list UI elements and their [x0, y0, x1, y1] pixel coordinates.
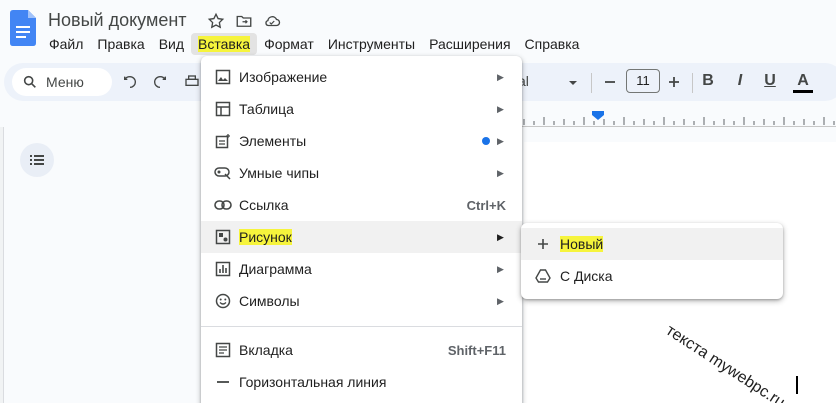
chevron-right-icon: ▶ [497, 231, 504, 242]
menu-item-horizontal-line[interactable]: Горизонтальная линия [201, 366, 522, 398]
bold-button[interactable]: B [698, 72, 718, 90]
plus-icon [535, 236, 551, 252]
decrease-font-size-icon[interactable] [600, 72, 620, 92]
chevron-right-icon: ▶ [497, 167, 504, 178]
menu-file[interactable]: Файл [42, 33, 90, 55]
menu-insert-label: Вставка [198, 36, 251, 52]
smart-chip-icon [214, 164, 232, 182]
menu-view[interactable]: Вид [152, 33, 191, 55]
tab-icon [214, 341, 232, 359]
text-color-button[interactable]: A [793, 72, 813, 93]
italic-button[interactable]: I [730, 72, 750, 90]
menu-item-tab[interactable]: Вкладка Shift+F11 [201, 334, 522, 366]
menu-item-image[interactable]: Изображение ▶ [201, 61, 522, 93]
menu-item-drawing[interactable]: Рисунок ▶ [201, 221, 522, 253]
menu-divider [201, 326, 522, 327]
menu-item-smart-chips[interactable]: Умные чипы ▶ [201, 157, 522, 189]
menu-item-building-blocks[interactable]: Элементы ▶ [201, 125, 522, 157]
submenu-item-new[interactable]: Новый [521, 228, 783, 260]
emoji-icon [214, 292, 232, 310]
toolbar-divider [692, 73, 693, 93]
menu-tools[interactable]: Инструменты [321, 33, 422, 55]
menu-item-label: Горизонтальная линия [239, 374, 387, 390]
menu-extensions[interactable]: Расширения [422, 33, 517, 55]
drawing-submenu: Новый С Диска [521, 223, 783, 299]
horizontal-line-icon [214, 373, 232, 391]
vertical-ruler[interactable] [0, 127, 4, 403]
chevron-right-icon: ▶ [497, 103, 504, 114]
text-cursor [796, 376, 798, 394]
chevron-right-icon: ▶ [497, 263, 504, 274]
chart-icon [214, 260, 232, 278]
menu-format[interactable]: Формат [257, 33, 321, 55]
submenu-item-from-drive[interactable]: С Диска [521, 260, 783, 292]
font-size-input[interactable]: 11 [626, 69, 660, 93]
chevron-right-icon: ▶ [497, 135, 504, 146]
increase-font-size-icon[interactable] [664, 72, 684, 92]
chevron-right-icon: ▶ [497, 295, 504, 306]
menu-insert[interactable]: Вставка [191, 33, 258, 55]
link-icon [214, 196, 232, 214]
move-folder-icon[interactable] [234, 11, 254, 31]
menu-item-label: Таблица [239, 101, 294, 117]
search-placeholder: Меню [46, 74, 84, 90]
menu-item-label: Вкладка [239, 342, 293, 358]
chevron-right-icon: ▶ [497, 71, 504, 82]
underline-button[interactable]: U [760, 72, 780, 90]
outline-list-icon [30, 155, 44, 165]
menu-item-label: Элементы [239, 133, 307, 149]
menu-item-special-characters[interactable]: Символы ▶ [201, 285, 522, 317]
new-feature-badge [482, 137, 490, 145]
building-blocks-icon [214, 132, 232, 150]
undo-icon[interactable] [120, 72, 140, 92]
shortcut-label: Ctrl+K [466, 197, 506, 213]
horizontal-ruler[interactable] [516, 105, 836, 127]
cloud-status-icon[interactable] [262, 11, 282, 31]
menu-help[interactable]: Справка [518, 33, 587, 55]
menu-edit[interactable]: Правка [90, 33, 151, 55]
drive-icon [535, 268, 551, 284]
toolbar-divider [591, 73, 592, 93]
menu-item-label: Изображение [239, 69, 328, 85]
drawing-icon [214, 228, 232, 246]
search-icon [23, 75, 36, 88]
star-icon[interactable] [206, 11, 226, 31]
document-outline-button[interactable] [20, 143, 54, 177]
menu-item-label: Диаграмма [239, 261, 312, 277]
shortcut-label: Shift+F11 [447, 342, 506, 358]
menu-item-label: Рисунок [239, 229, 292, 245]
menu-search[interactable]: Меню [12, 68, 112, 96]
menubar: Файл Правка Вид Вставка Формат Инструмен… [42, 33, 586, 55]
menu-item-link[interactable]: Ссылка Ctrl+K [201, 189, 522, 221]
menu-item-label: Символы [239, 293, 300, 309]
submenu-item-label: Новый [560, 236, 604, 252]
chevron-down-icon[interactable] [568, 75, 578, 93]
menu-item-table[interactable]: Таблица ▶ [201, 93, 522, 125]
menu-item-label: Умные чипы [239, 165, 320, 181]
image-icon [214, 68, 232, 86]
menu-item-chart[interactable]: Диаграмма ▶ [201, 253, 522, 285]
redo-icon[interactable] [150, 72, 170, 92]
submenu-item-label: С Диска [560, 268, 613, 284]
print-icon[interactable] [182, 72, 202, 92]
menu-item-label: Ссылка [239, 197, 289, 213]
insert-menu: Изображение ▶ Таблица ▶ Элементы ▶ Умные… [201, 56, 522, 403]
table-icon [214, 100, 232, 118]
document-title[interactable]: Новый документ [48, 10, 187, 31]
docs-logo-icon[interactable] [10, 10, 36, 46]
